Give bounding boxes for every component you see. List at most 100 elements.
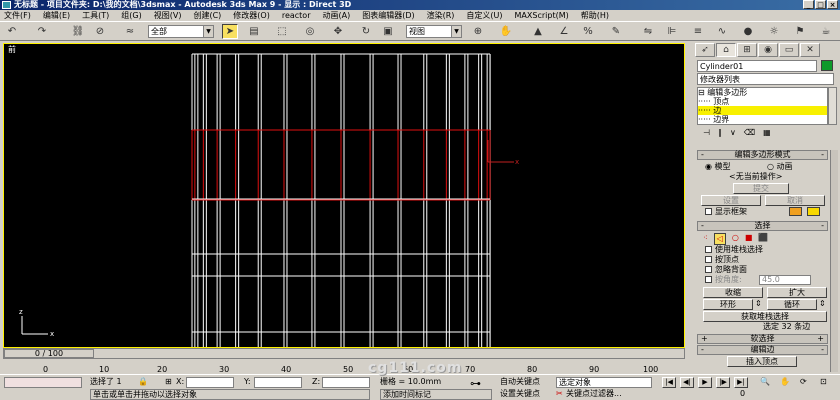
display-tab-icon[interactable]: ▭ [779, 43, 799, 57]
rect-selection-icon[interactable]: ⬚ [274, 24, 290, 39]
object-color-swatch[interactable] [821, 60, 833, 71]
menu-animation[interactable]: 动画(A) [322, 10, 350, 21]
key-filter-dropdown[interactable]: 选定对象 [556, 377, 652, 388]
show-cage-checkbox[interactable]: 显示框架 [705, 207, 747, 217]
angle-spinner[interactable]: 45.0 [759, 275, 811, 285]
make-unique-icon[interactable]: ∨ [730, 128, 736, 140]
cancel-button[interactable]: 取消 [765, 195, 825, 206]
by-vertex-checkbox[interactable]: 按顶点 [705, 255, 739, 265]
rollout-selection[interactable]: - 选择 - [697, 221, 828, 231]
stack-scrollbar[interactable] [828, 87, 837, 125]
cage-selected-color-swatch[interactable] [807, 207, 820, 216]
object-name-field[interactable]: Cylinder01 [697, 60, 817, 72]
set-key-button[interactable]: 设置关键点 [500, 389, 552, 400]
quick-render-icon[interactable]: ⚑ [792, 24, 808, 39]
menu-modifiers[interactable]: 修改器(O) [233, 10, 270, 21]
menu-graph-editors[interactable]: 图表编辑器(D) [362, 10, 414, 21]
ref-coord-dropdown[interactable]: 视图 ▼ [406, 25, 462, 38]
modifier-stack[interactable]: ⊟ 编辑多边形 ····· 顶点 ····· 边 ····· 边界 [697, 87, 828, 125]
by-angle-checkbox[interactable]: 按角度: [705, 275, 742, 285]
utilities-tab-icon[interactable]: ✕ [800, 43, 820, 57]
menu-group[interactable]: 组(G) [121, 10, 141, 21]
y-coord-field[interactable] [254, 377, 302, 388]
maxscript-listener[interactable] [4, 377, 82, 388]
absolute-mode-icon[interactable]: ⊞ [165, 377, 172, 387]
rollout-edit-poly-mode[interactable]: - 编辑多边形模式 - [697, 150, 828, 160]
show-end-result-icon[interactable]: ∥ [718, 128, 722, 140]
stack-item-edge[interactable]: ····· 边 [698, 106, 827, 115]
layer-manager-icon[interactable]: ≡ [690, 24, 706, 39]
bind-spacewarp-icon[interactable]: ≈ [122, 24, 138, 39]
zoom-icon[interactable]: 🔍 [760, 377, 770, 387]
material-editor-icon[interactable]: ● [740, 24, 756, 39]
cage-color-swatch[interactable] [789, 207, 802, 216]
loop-spinner-icon[interactable]: ⇕ [819, 299, 826, 309]
loop-button[interactable]: 循环 [767, 299, 817, 310]
ring-spinner-icon[interactable]: ⇕ [755, 299, 762, 309]
ring-button[interactable]: 环形 [703, 299, 753, 310]
select-link-icon[interactable]: ⛓ [70, 24, 86, 39]
current-frame-field[interactable]: 0 [740, 389, 745, 399]
stack-item-edit-poly[interactable]: ⊟ 编辑多边形 [698, 88, 827, 97]
snap-toggle-icon[interactable]: ▲ [530, 24, 546, 39]
window-crossing-icon[interactable]: ◎ [302, 24, 318, 39]
settings-button[interactable]: 设置 [701, 195, 761, 206]
track-bar[interactable]: 0 10 20 30 40 50 60 70 80 90 100 [3, 360, 685, 374]
menu-reactor[interactable]: reactor [282, 11, 311, 20]
menu-views[interactable]: 视图(V) [154, 10, 182, 21]
edge-level-icon[interactable]: ◁ [713, 233, 726, 245]
menu-maxscript[interactable]: MAXScript(M) [515, 11, 569, 20]
next-frame-icon[interactable]: |▶ [716, 377, 730, 388]
pan-icon[interactable]: ✋ [780, 377, 790, 387]
vertex-level-icon[interactable]: ⁖ [703, 233, 708, 245]
mirror-icon[interactable]: ⇋ [640, 24, 656, 39]
add-time-tag-field[interactable]: 添加时间标记 [380, 389, 492, 400]
front-viewport[interactable]: x z x 前 [3, 43, 685, 348]
goto-start-icon[interactable]: |◀ [662, 377, 676, 388]
ignore-backface-checkbox[interactable]: 忽略背面 [705, 265, 747, 275]
configure-sets-icon[interactable]: ▦ [763, 128, 771, 140]
menu-edit[interactable]: 编辑(E) [43, 10, 70, 21]
unlink-icon[interactable]: ⊘ [92, 24, 108, 39]
remove-modifier-icon[interactable]: ⌫ [744, 128, 755, 140]
prev-frame-icon[interactable]: ◀| [680, 377, 694, 388]
align-icon[interactable]: ⊫ [664, 24, 680, 39]
element-level-icon[interactable]: ⬛ [758, 233, 768, 245]
get-stack-selection-button[interactable]: 获取堆栈选择 [703, 311, 827, 322]
motion-tab-icon[interactable]: ◉ [758, 43, 778, 57]
time-slider-track[interactable] [3, 348, 685, 359]
modify-tab-icon[interactable]: ⌂ [716, 43, 736, 57]
insert-vertex-button[interactable]: 插入顶点 [727, 356, 797, 367]
close-icon[interactable]: × [827, 0, 838, 9]
curve-editor-icon[interactable]: ∿ [714, 24, 730, 39]
goto-end-icon[interactable]: ▶| [734, 377, 748, 388]
viewport-label[interactable]: 前 [8, 44, 16, 55]
shrink-button[interactable]: 收缩 [703, 287, 763, 298]
redo-icon[interactable]: ↷ [34, 24, 50, 39]
stack-item-vertex[interactable]: ····· 顶点 [698, 97, 827, 106]
render-last-icon[interactable]: ☕ [818, 24, 834, 39]
select-manipulate-icon[interactable]: ✋ [498, 24, 514, 39]
animate-radio[interactable]: ○ 动画 [767, 162, 793, 172]
pivot-center-icon[interactable]: ⊕ [470, 24, 486, 39]
menu-file[interactable]: 文件(F) [4, 10, 31, 21]
menu-customize[interactable]: 自定义(U) [466, 10, 502, 21]
selection-filter-dropdown[interactable]: 全部 ▼ [148, 25, 214, 38]
menu-help[interactable]: 帮助(H) [581, 10, 609, 21]
percent-snap-icon[interactable]: % [580, 24, 596, 39]
stack-item-border[interactable]: ····· 边界 [698, 115, 827, 124]
select-by-name-icon[interactable]: ▤ [246, 24, 262, 39]
menu-create[interactable]: 创建(C) [193, 10, 221, 21]
modifier-list-dropdown[interactable]: 修改器列表 [697, 73, 834, 85]
rotate-icon[interactable]: ↻ [358, 24, 374, 39]
x-coord-field[interactable] [186, 377, 234, 388]
move-icon[interactable]: ✥ [330, 24, 346, 39]
model-radio[interactable]: ◉ 模型 [705, 162, 731, 172]
z-coord-field[interactable] [322, 377, 370, 388]
named-selection-icon[interactable]: ✎ [608, 24, 624, 39]
polygon-level-icon[interactable]: ■ [745, 233, 753, 245]
set-key-icon[interactable]: ✂ [556, 389, 563, 399]
use-stack-checkbox[interactable]: 使用堆栈选择 [705, 245, 763, 255]
command-panel-scrollbar[interactable] [830, 150, 838, 372]
minimize-icon[interactable]: _ [803, 0, 814, 9]
